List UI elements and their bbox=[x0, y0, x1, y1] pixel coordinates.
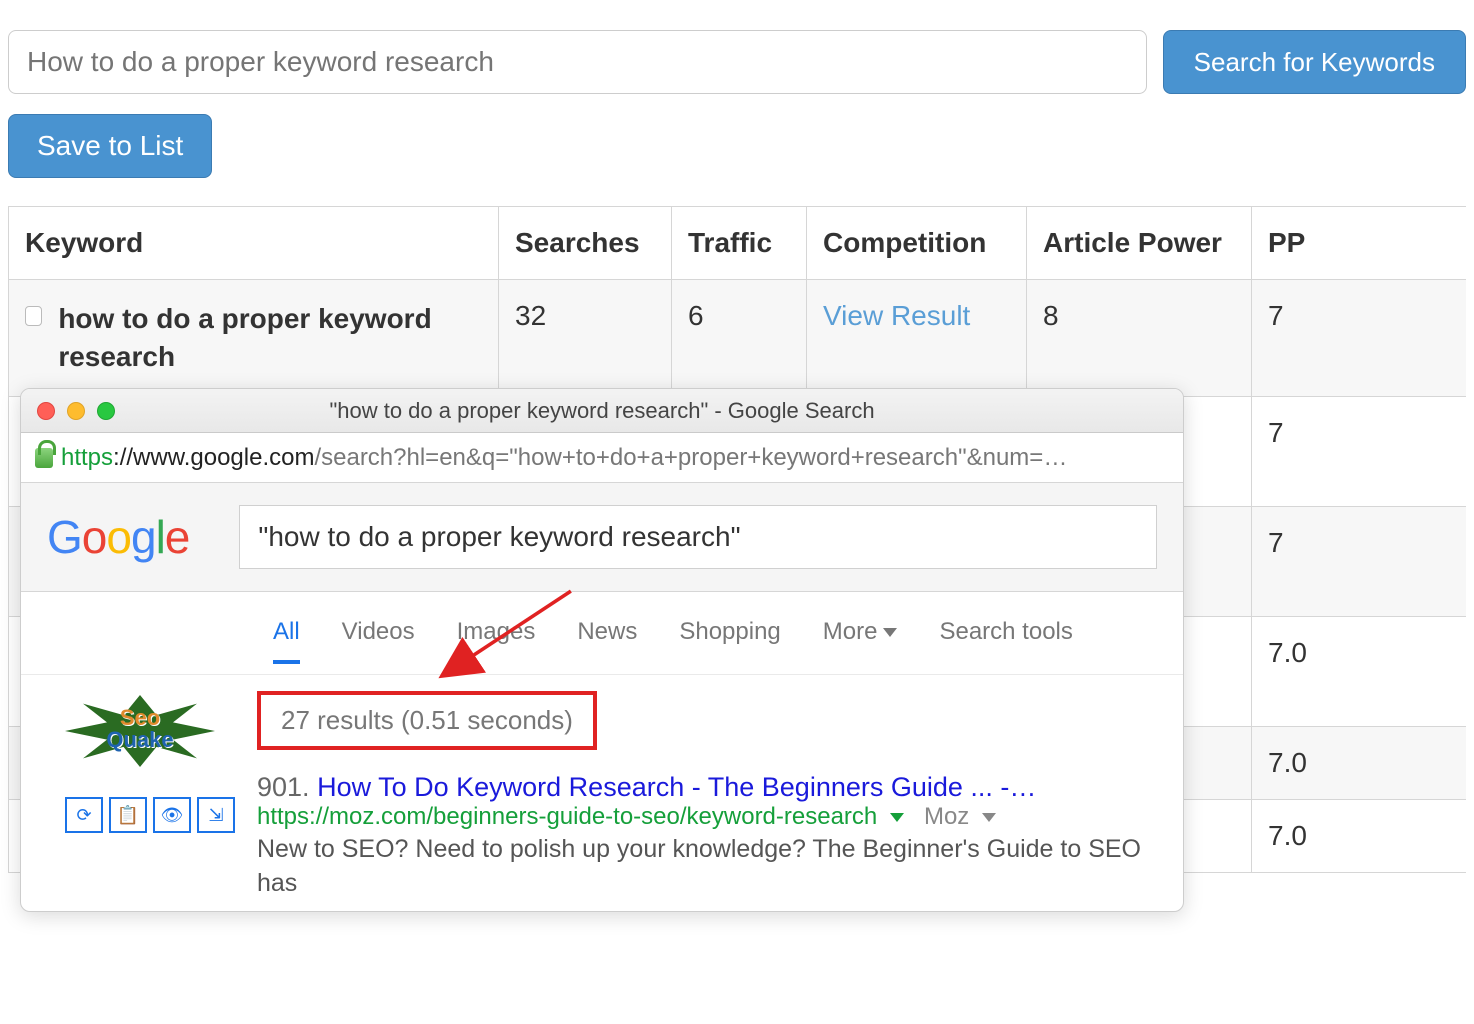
keyword-search-input[interactable] bbox=[8, 30, 1147, 94]
chevron-down-icon[interactable] bbox=[982, 813, 996, 822]
result-site: Moz bbox=[924, 803, 969, 830]
tab-news[interactable]: News bbox=[577, 618, 637, 664]
result-snippet: New to SEO? Need to polish up your knowl… bbox=[257, 833, 1161, 901]
window-minimize-icon[interactable] bbox=[67, 402, 85, 420]
tab-videos[interactable]: Videos bbox=[342, 618, 415, 664]
save-to-list-button[interactable]: Save to List bbox=[8, 114, 212, 178]
col-pp[interactable]: PP bbox=[1252, 207, 1467, 280]
url-host: ://www.google.com bbox=[113, 444, 314, 471]
cell-pp: 7 bbox=[1252, 506, 1467, 616]
cell-pp: 7.0 bbox=[1252, 616, 1467, 726]
table-header-row: Keyword Searches Traffic Competition Art… bbox=[9, 207, 1467, 280]
tab-search-tools[interactable]: Search tools bbox=[939, 618, 1072, 664]
result-url[interactable]: https://moz.com/beginners-guide-to-seo/k… bbox=[257, 803, 877, 830]
cell-pp: 7.0 bbox=[1252, 799, 1467, 872]
cell-traffic: 6 bbox=[672, 280, 807, 397]
clipboard-icon[interactable]: 📋 bbox=[109, 797, 147, 833]
refresh-icon[interactable]: ⟳ bbox=[65, 797, 103, 833]
eye-icon[interactable]: 👁 bbox=[153, 797, 191, 833]
row-checkbox[interactable] bbox=[25, 306, 42, 326]
result-number: 901. bbox=[257, 772, 310, 802]
cell-pp: 7 bbox=[1252, 396, 1467, 506]
cell-pp: 7 bbox=[1252, 280, 1467, 397]
lock-icon bbox=[35, 448, 53, 468]
window-close-icon[interactable] bbox=[37, 402, 55, 420]
view-result-link[interactable]: View Result bbox=[823, 300, 970, 331]
tab-all[interactable]: All bbox=[273, 618, 300, 664]
cell-pp: 7.0 bbox=[1252, 726, 1467, 799]
result-stats: 27 results (0.51 seconds) bbox=[257, 691, 597, 750]
browser-window: "how to do a proper keyword research" - … bbox=[20, 388, 1184, 912]
col-keyword[interactable]: Keyword bbox=[9, 207, 499, 280]
tab-more[interactable]: More bbox=[823, 618, 898, 664]
search-keywords-button[interactable]: Search for Keywords bbox=[1163, 30, 1466, 94]
google-search-input[interactable] bbox=[239, 505, 1157, 569]
tab-images[interactable]: Images bbox=[457, 618, 536, 664]
window-title: "how to do a proper keyword research" - … bbox=[33, 398, 1171, 424]
search-result: 901. How To Do Keyword Research - The Be… bbox=[257, 772, 1161, 901]
cell-article-power: 8 bbox=[1027, 280, 1252, 397]
keyword-text: how to do a proper keyword research bbox=[58, 300, 482, 376]
chevron-down-icon[interactable] bbox=[890, 813, 904, 822]
col-competition[interactable]: Competition bbox=[807, 207, 1027, 280]
export-icon[interactable]: ⇲ bbox=[197, 797, 235, 833]
google-logo: Google bbox=[47, 510, 189, 564]
seoquake-icon: SeoQuake bbox=[65, 695, 215, 767]
chevron-down-icon bbox=[883, 628, 897, 637]
url-scheme: https bbox=[61, 444, 113, 471]
window-zoom-icon[interactable] bbox=[97, 402, 115, 420]
url-path: /search?hl=en&q="how+to+do+a+proper+keyw… bbox=[314, 444, 1067, 471]
cell-searches: 32 bbox=[499, 280, 672, 397]
result-title-link[interactable]: How To Do Keyword Research - The Beginne… bbox=[317, 772, 1036, 802]
col-searches[interactable]: Searches bbox=[499, 207, 672, 280]
col-article-power[interactable]: Article Power bbox=[1027, 207, 1252, 280]
table-row: how to do a proper keyword research 32 6… bbox=[9, 280, 1467, 397]
col-traffic[interactable]: Traffic bbox=[672, 207, 807, 280]
tab-shopping[interactable]: Shopping bbox=[679, 618, 780, 664]
